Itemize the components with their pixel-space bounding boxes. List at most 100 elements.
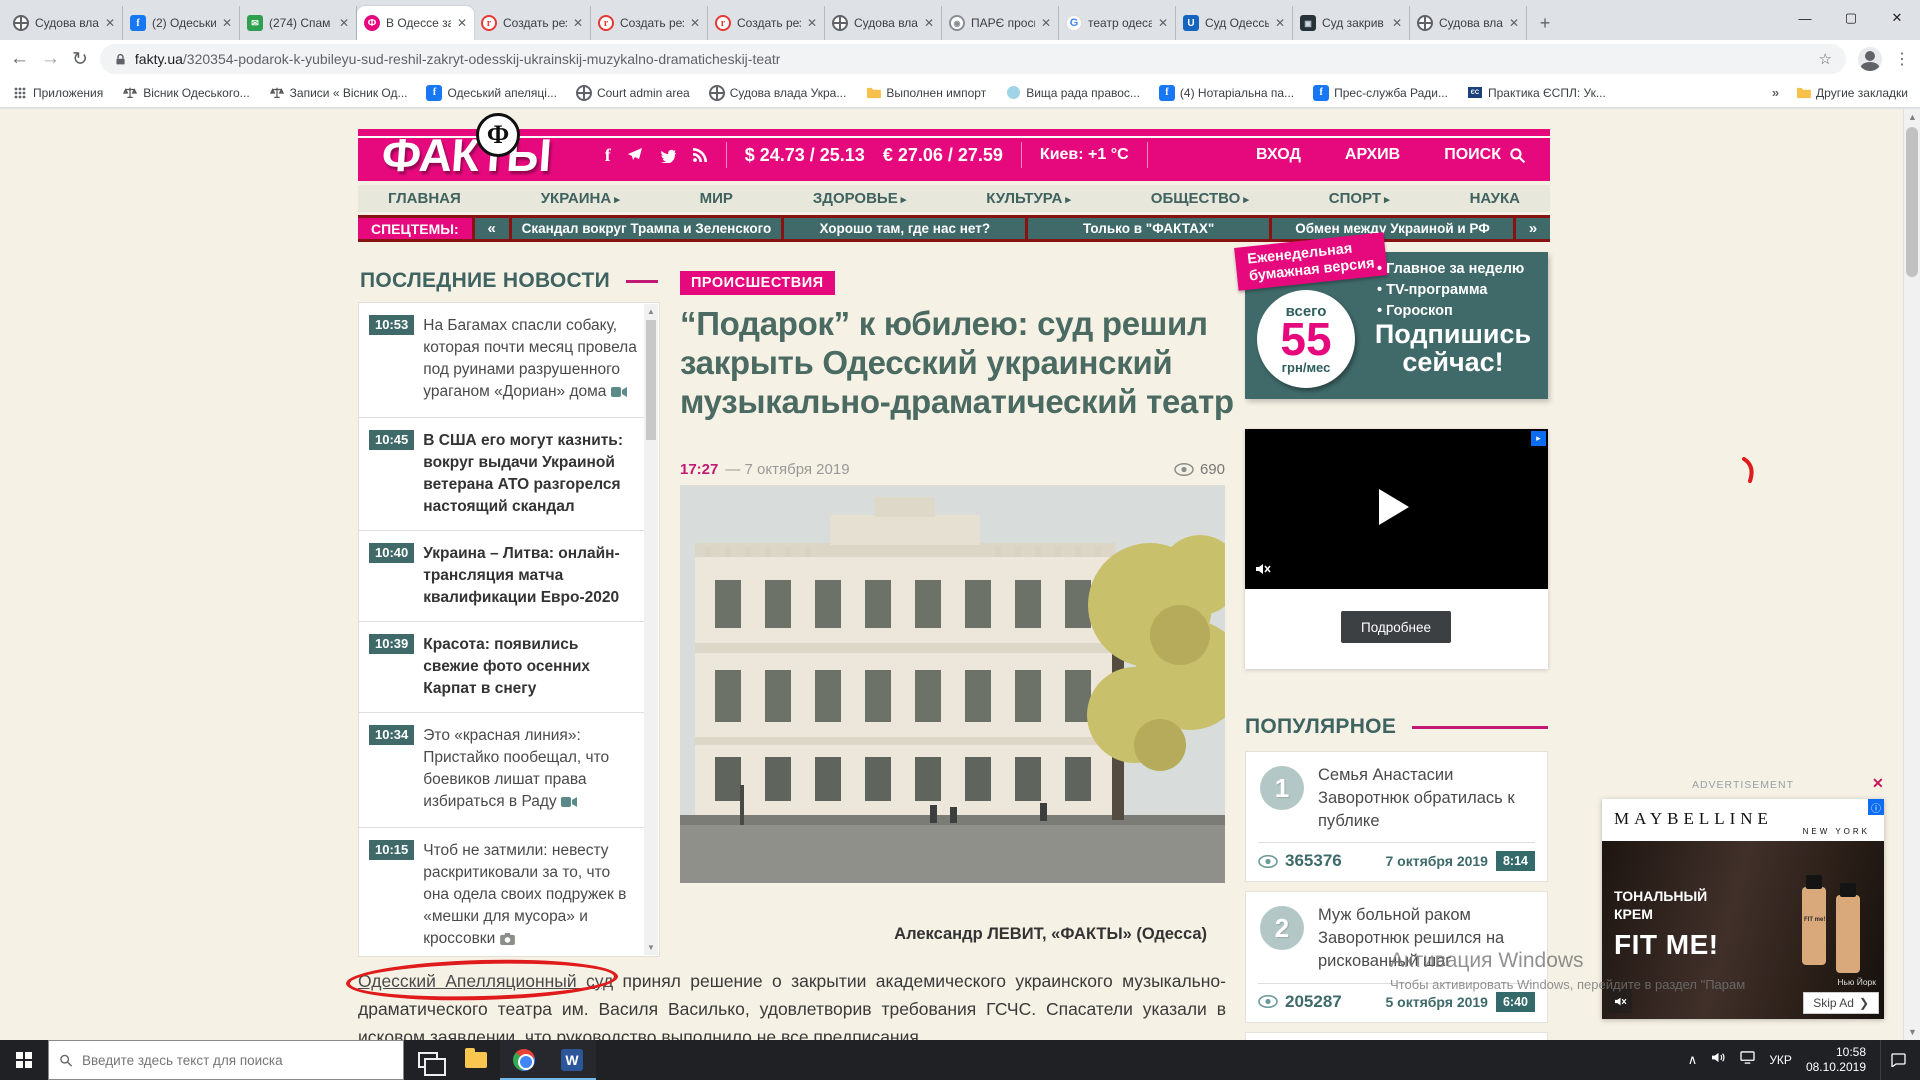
tab-close-icon[interactable]: ✕ — [690, 16, 700, 30]
subscribe-cta[interactable]: Подпишисьсейчас! — [1363, 320, 1543, 377]
bookmark[interactable]: Вісник Одеського... — [122, 85, 249, 101]
telegram-icon[interactable] — [626, 147, 644, 163]
other-bookmarks-folder[interactable]: Другие закладки — [1795, 85, 1908, 101]
menu-kebab-icon[interactable]: ⋮ — [1894, 49, 1910, 69]
spec-next-arrow[interactable]: » — [1516, 218, 1550, 239]
scroll-up-arrow[interactable]: ▲ — [1908, 112, 1917, 122]
maximize-button[interactable]: ▢ — [1828, 0, 1874, 36]
word-button[interactable]: W — [548, 1040, 596, 1080]
news-item[interactable]: 10:39Красота: появились свежие фото осен… — [359, 622, 644, 713]
news-item[interactable]: 10:45В США его могут казнить: вокруг выд… — [359, 418, 644, 531]
news-text[interactable]: Это «красная линия»: Пристайко пообещал,… — [423, 727, 609, 810]
volume-icon[interactable] — [1711, 1051, 1726, 1069]
news-item[interactable]: 10:15Чтоб не затмили: невесту раскритико… — [359, 828, 644, 957]
news-item[interactable]: 10:40Украина – Литва: онлайн-трансляция … — [359, 531, 644, 622]
tab[interactable]: f(2) Одеськи✕ — [123, 6, 240, 40]
tab-close-icon[interactable]: ✕ — [105, 16, 115, 30]
news-text[interactable]: В США его могут казнить: вокруг выдачи У… — [423, 432, 623, 515]
tab[interactable]: rСоздать рез✕ — [708, 6, 825, 40]
news-text[interactable]: Чтоб не затмили: невесту раскритиковали … — [423, 842, 626, 947]
tab[interactable]: rСоздать рез✕ — [591, 6, 708, 40]
news-item[interactable]: 10:34Это «красная линия»: Пристайко пооб… — [359, 713, 644, 828]
page-scrollbar[interactable]: ▲ ▼ — [1903, 109, 1920, 1040]
tab[interactable]: Судова вла✕ — [1410, 6, 1527, 40]
archive-link[interactable]: АРХИВ — [1345, 146, 1400, 164]
chrome-button[interactable] — [500, 1040, 548, 1080]
mute-icon[interactable] — [1255, 562, 1271, 581]
bookmark[interactable]: fОдеський апеляці... — [426, 85, 556, 101]
news-text[interactable]: Украина – Литва: онлайн-трансляция матча… — [423, 545, 619, 606]
spec-prev-arrow[interactable]: « — [475, 218, 509, 239]
scroll-up-arrow[interactable]: ▲ — [647, 307, 655, 316]
network-icon[interactable] — [1740, 1051, 1755, 1069]
back-button[interactable]: ← — [10, 48, 29, 70]
file-explorer-button[interactable] — [452, 1040, 500, 1080]
bookmark[interactable]: fПрес-служба Ради... — [1313, 85, 1448, 101]
adchoices-icon[interactable]: ⓘ — [1868, 799, 1884, 815]
tab-close-icon[interactable]: ✕ — [573, 16, 583, 30]
nav-culture[interactable]: КУЛЬТУРА — [986, 190, 1071, 207]
taskbar-search[interactable] — [48, 1040, 404, 1080]
news-text[interactable]: На Багамах спасли собаку, которая почти … — [423, 317, 637, 400]
tray-clock[interactable]: 10:5808.10.2019 — [1806, 1045, 1866, 1075]
video-ad[interactable]: ▸ Подробнее — [1245, 429, 1548, 669]
tab[interactable]: rСоздать рез✕ — [474, 6, 591, 40]
scroll-down-arrow[interactable]: ▼ — [647, 943, 655, 952]
tab[interactable]: ▣Суд закрив✕ — [1293, 6, 1410, 40]
bookmark-folder[interactable]: Выполнен импорт — [865, 85, 986, 101]
address-bar[interactable]: fakty.ua/320354-podarok-k-yubileyu-sud-r… — [100, 44, 1846, 74]
tray-chevron-icon[interactable]: ∧ — [1688, 1052, 1698, 1068]
profile-avatar[interactable] — [1858, 47, 1882, 71]
scrollbar-thumb[interactable] — [1906, 127, 1918, 277]
bookmark[interactable]: Court admin area — [576, 85, 690, 101]
news-item[interactable]: 10:53На Багамах спасли собаку, которая п… — [359, 303, 644, 418]
tab[interactable]: Gтеатр одеса✕ — [1059, 6, 1176, 40]
tab[interactable]: ✉(274) Спам✕ — [240, 6, 357, 40]
forward-button[interactable]: → — [41, 48, 60, 70]
tab[interactable]: Судова влад✕ — [6, 6, 123, 40]
tab[interactable]: UСуд Одессы✕ — [1176, 6, 1293, 40]
bookmark[interactable]: Записи « Вісник Од... — [269, 85, 408, 101]
popular-item[interactable]: 1 Семья Анастасии Заворотнюк обратилась … — [1245, 751, 1548, 882]
spec-topic[interactable]: Хорошо там, где нас нет? — [784, 218, 1025, 239]
bookmark-star-icon[interactable]: ☆ — [1819, 50, 1832, 68]
twitter-icon[interactable] — [659, 148, 677, 163]
video-ad-player[interactable]: ▸ — [1245, 429, 1548, 589]
play-icon[interactable] — [1379, 489, 1409, 525]
tab-active[interactable]: ФВ Одессе за✕ — [357, 6, 474, 40]
tab-close-icon[interactable]: ✕ — [807, 16, 817, 30]
spec-topic[interactable]: Только в "ФАКТАХ" — [1028, 218, 1269, 239]
minimize-button[interactable]: — — [1782, 0, 1828, 36]
language-indicator[interactable]: УКР — [1769, 1053, 1792, 1067]
bookmarks-overflow-chevron[interactable]: » — [1772, 85, 1779, 100]
mute-icon[interactable] — [1608, 989, 1632, 1013]
adchoices-icon[interactable]: ▸ — [1531, 431, 1546, 446]
video-ad-more-button[interactable]: Подробнее — [1341, 611, 1451, 643]
news-list-scrollbar[interactable]: ▲ ▼ — [644, 304, 658, 955]
facebook-icon[interactable]: f — [605, 145, 611, 166]
nav-health[interactable]: ЗДОРОВЬЕ — [813, 190, 906, 207]
bookmark[interactable]: ЄСПрактика ЄСПЛ: Ук... — [1467, 85, 1606, 101]
rss-icon[interactable] — [692, 147, 708, 163]
tab-close-icon[interactable]: ✕ — [222, 16, 232, 30]
site-logo[interactable]: ФАКТЫ — [380, 132, 552, 178]
tab-close-icon[interactable]: ✕ — [1392, 16, 1402, 30]
reload-button[interactable]: ↻ — [72, 48, 88, 71]
search-link[interactable]: ПОИСК — [1444, 146, 1526, 164]
nav-ukraine[interactable]: УКРАИНА — [541, 190, 620, 207]
news-text[interactable]: Красота: появились свежие фото осенних К… — [423, 636, 590, 697]
tab[interactable]: ◉ПАРЄ проси✕ — [942, 6, 1059, 40]
bookmark[interactable]: f(4) Нотаріальна па... — [1159, 85, 1294, 101]
tab-close-icon[interactable]: ✕ — [1275, 16, 1285, 30]
tab-close-icon[interactable]: ✕ — [1041, 16, 1051, 30]
bookmark[interactable]: Судова влада Укра... — [709, 85, 847, 101]
start-button[interactable] — [0, 1040, 48, 1080]
ad-photo[interactable]: ТОНАЛЬНЫЙКРЕМ FIT ME! FIT me! Нью Йорк S… — [1602, 841, 1884, 1019]
nav-society[interactable]: ОБЩЕСТВО — [1151, 190, 1249, 207]
scroll-down-arrow[interactable]: ▼ — [1908, 1027, 1917, 1037]
skip-ad-button[interactable]: Skip Ad❯ — [1803, 992, 1879, 1014]
spec-topic[interactable]: Обмен между Украиной и РФ — [1272, 218, 1513, 239]
tab[interactable]: Судова вла✕ — [825, 6, 942, 40]
bookmark[interactable]: Вища рада правос... — [1005, 85, 1140, 101]
login-link[interactable]: ВХОД — [1256, 146, 1301, 164]
